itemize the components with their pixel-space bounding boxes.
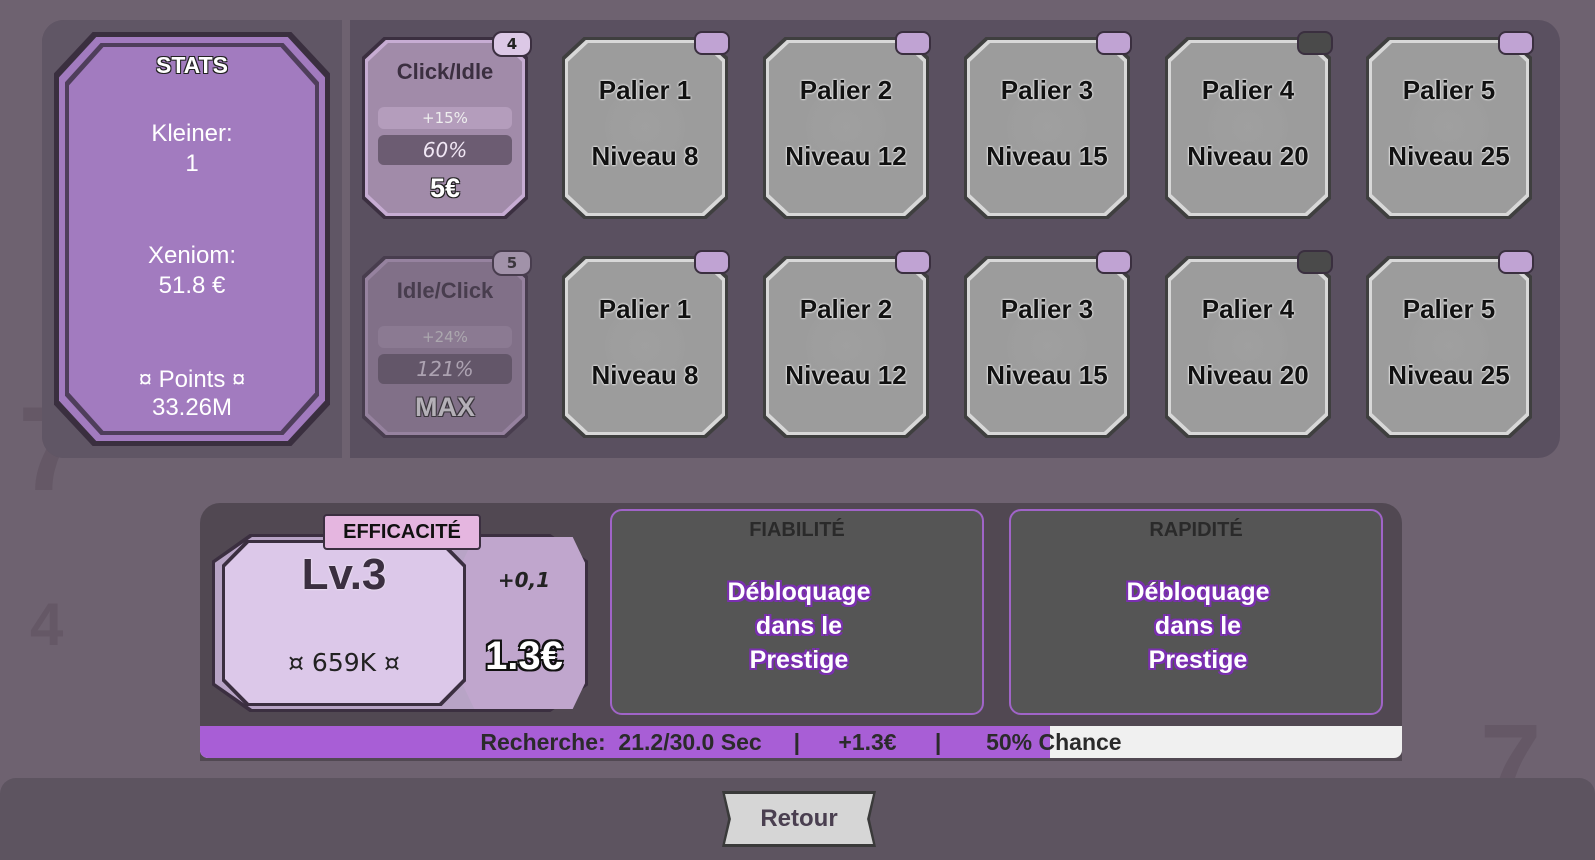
tier-badge [1096, 250, 1132, 274]
upgrade-title: Idle/Click [396, 278, 494, 303]
tier-badge [1297, 31, 1333, 55]
upgrade-title: Click/Idle [396, 59, 494, 84]
efficiency-tab: EFFICACITÉ [323, 514, 481, 550]
tier-badge [1498, 31, 1534, 55]
stats-card: STATS Kleiner: 1 Xeniom: 51.8 € ¤ Points… [54, 32, 330, 446]
research-status-text: Recherche: 21.2/30.0 Sec | +1.3€ | 50% C… [480, 729, 1122, 755]
reliability-locked-card: FIABILITÉ Débloquage dans le Prestige [610, 509, 984, 715]
tier-tile[interactable]: Palier 3 Niveau 15 [964, 31, 1132, 219]
tier-badge [1096, 31, 1132, 55]
tier-title: Palier 2 [799, 294, 893, 324]
tier-tile[interactable]: Palier 1 Niveau 8 [562, 250, 730, 438]
tier-tile[interactable]: Palier 2 Niveau 12 [763, 31, 931, 219]
speed-title: RAPIDITÉ [1149, 519, 1243, 541]
tier-badge [895, 31, 931, 55]
tier-badge [694, 250, 730, 274]
tier-level: Niveau 25 [1388, 141, 1510, 171]
upgrade-bonus: +24% [378, 326, 512, 348]
tier-title: Palier 1 [598, 294, 692, 324]
kleiner-label: Kleiner: [151, 120, 233, 147]
back-button[interactable]: Retour [722, 791, 876, 847]
tier-title: Palier 5 [1402, 294, 1496, 324]
tier-level: Niveau 8 [591, 141, 699, 171]
panel-divider [342, 20, 350, 458]
tier-title: Palier 3 [1000, 75, 1094, 105]
tier-badge [1297, 250, 1333, 274]
tier-level: Niveau 20 [1187, 141, 1309, 171]
tier-tile[interactable]: Palier 5 Niveau 25 [1366, 31, 1534, 219]
back-button-label: Retour [725, 794, 873, 844]
tier-level: Niveau 12 [785, 141, 907, 171]
efficiency-delta: +0,1 [497, 568, 551, 592]
efficiency-level: Lv.3 [301, 550, 387, 599]
tier-tile[interactable]: Palier 4 Niveau 20 [1165, 31, 1333, 219]
tier-tile[interactable]: Palier 2 Niveau 12 [763, 250, 931, 438]
xeniom-value: 51.8 € [158, 272, 226, 299]
reliability-locked-message: Débloquage dans le Prestige [727, 578, 871, 674]
tier-title: Palier 2 [799, 75, 893, 105]
tier-tile[interactable]: Palier 5 Niveau 25 [1366, 250, 1534, 438]
tier-title: Palier 1 [598, 75, 692, 105]
tier-tile[interactable]: Palier 4 Niveau 20 [1165, 250, 1333, 438]
tier-level: Niveau 20 [1187, 360, 1309, 390]
upgrade-level-badge: 4 [492, 31, 532, 57]
upgrade-cost: MAX [415, 392, 475, 422]
points-label: ¤ Points ¤ [138, 366, 246, 393]
points-value: 33.26M [151, 394, 233, 421]
upgrade-click-idle[interactable]: Click/Idle +15% 60% 5€ 4 [362, 31, 532, 219]
upgrade-level-badge: 5 [492, 250, 532, 276]
stats-column: STATS Kleiner: 1 Xeniom: 51.8 € ¤ Points… [42, 20, 342, 458]
upgrade-cost: 5€ [429, 173, 461, 203]
upgrade-bonus: +15% [378, 107, 512, 129]
kleiner-value: 1 [185, 150, 199, 177]
tier-title: Palier 5 [1402, 75, 1496, 105]
stats-title: STATS [156, 52, 228, 78]
tier-title: Palier 4 [1201, 294, 1295, 324]
tier-level: Niveau 15 [986, 141, 1108, 171]
tier-tile[interactable]: Palier 3 Niveau 15 [964, 250, 1132, 438]
tier-level: Niveau 12 [785, 360, 907, 390]
tier-title: Palier 3 [1000, 294, 1094, 324]
tier-level: Niveau 15 [986, 360, 1108, 390]
upgrade-idle-click: Idle/Click +24% 121% MAX 5 [362, 250, 532, 438]
tier-badge [895, 250, 931, 274]
tier-level: Niveau 8 [591, 360, 699, 390]
tier-badge [1498, 250, 1534, 274]
upgrade-total: 121% [378, 354, 512, 384]
research-progress-bar: Recherche: 21.2/30.0 Sec | +1.3€ | 50% C… [200, 726, 1402, 758]
efficiency-value: 1.3€ [485, 634, 563, 678]
reliability-title: FIABILITÉ [749, 519, 845, 541]
efficiency-cost: ¤ 659K ¤ [288, 648, 400, 677]
upgrade-total: 60% [378, 135, 512, 165]
background-digit: 4 [30, 591, 64, 658]
xeniom-label: Xeniom: [147, 242, 237, 269]
tier-title: Palier 4 [1201, 75, 1295, 105]
tier-level: Niveau 25 [1388, 360, 1510, 390]
speed-locked-card: RAPIDITÉ Débloquage dans le Prestige [1009, 509, 1383, 715]
tier-tile[interactable]: Palier 1 Niveau 8 [562, 31, 730, 219]
tier-badge [694, 31, 730, 55]
speed-locked-message: Débloquage dans le Prestige [1126, 578, 1270, 674]
